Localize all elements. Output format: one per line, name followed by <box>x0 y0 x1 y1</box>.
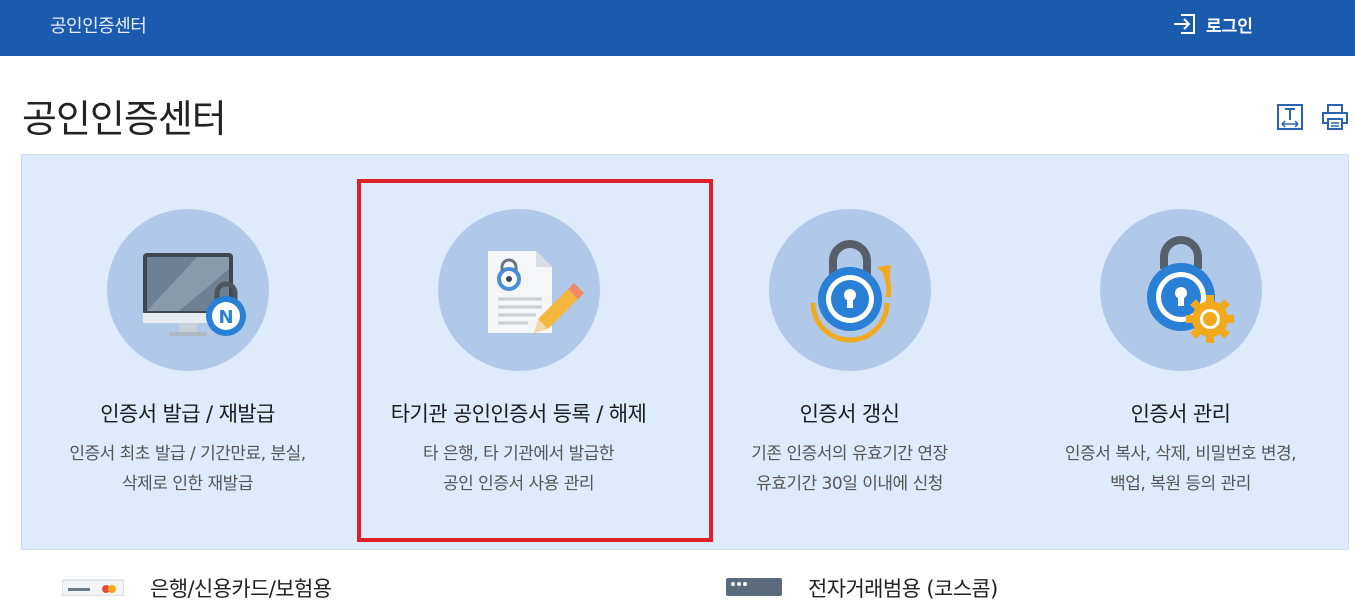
card-icon-circle <box>1100 209 1262 371</box>
card-desc-line: 타 은행, 타 기관에서 발급한 <box>422 444 615 464</box>
card-desc-line: 기존 인증서의 유효기간 연장 <box>751 444 948 464</box>
card-description: 인증서 복사, 삭제, 비밀번호 변경, 백업, 복원 등의 관리 <box>1015 439 1346 499</box>
card-desc-line: 삭제로 인한 재발급 <box>122 474 253 494</box>
lock-gear-icon <box>1147 236 1234 343</box>
card-description: 타 은행, 타 기관에서 발급한 공인 인증서 사용 관리 <box>353 439 684 499</box>
document-pen-icon <box>488 251 584 333</box>
card-other-institution-register[interactable]: 타기관 공인인증서 등록 / 해제 타 은행, 타 기관에서 발급한 공인 인증… <box>353 155 684 551</box>
bottom-item-label: 은행/신용카드/보험용 <box>150 577 332 601</box>
card-icon-circle <box>769 209 931 371</box>
card-renewal[interactable]: 인증서 갱신 기존 인증서의 유효기간 연장 유효기간 30일 이내에 신청 <box>684 155 1015 551</box>
card-desc-line: 유효기간 30일 이내에 신청 <box>756 474 943 494</box>
monitor-lock-icon: N <box>143 253 246 336</box>
login-button[interactable]: 로그인 <box>1172 10 1253 38</box>
card-management[interactable]: 인증서 관리 인증서 복사, 삭제, 비밀번호 변경, 백업, 복원 등의 관리 <box>1015 155 1346 551</box>
card-title: 인증서 발급 / 재발급 <box>100 402 275 426</box>
lock-refresh-icon <box>810 240 892 343</box>
browser-icon <box>726 576 782 600</box>
site-title[interactable]: 공인인증센터 <box>50 12 147 38</box>
bottom-item-label: 전자거래범용 (코스콤) <box>808 577 998 601</box>
login-label: 로그인 <box>1206 16 1253 37</box>
certificate-menu-panel: N 인증서 발급 / 재발급 인증서 최초 발급 / 기간만료, 분실, 삭제로… <box>21 154 1349 550</box>
top-header-bar: 공인인증센터 로그인 <box>0 0 1355 56</box>
bottom-item-e-commerce[interactable]: 전자거래범용 (코스콤) <box>726 576 998 602</box>
card-desc-line: 인증서 최초 발급 / 기간만료, 분실, <box>69 444 306 464</box>
card-icon <box>61 576 125 600</box>
card-desc-line: 인증서 복사, 삭제, 비밀번호 변경, <box>1064 444 1297 464</box>
card-title: 인증서 관리 <box>1130 402 1231 426</box>
card-title: 타기관 공인인증서 등록 / 해제 <box>390 402 647 426</box>
svg-text:N: N <box>218 307 233 328</box>
card-desc-line: 공인 인증서 사용 관리 <box>443 474 594 494</box>
card-description: 인증서 최초 발급 / 기간만료, 분실, 삭제로 인한 재발급 <box>22 439 353 499</box>
card-issue-reissue[interactable]: N 인증서 발급 / 재발급 인증서 최초 발급 / 기간만료, 분실, 삭제로… <box>22 155 353 551</box>
page-title: 공인인증센터 <box>22 97 227 141</box>
bottom-item-bank-card[interactable]: 은행/신용카드/보험용 <box>61 576 332 602</box>
print-icon[interactable] <box>1322 104 1348 130</box>
text-size-icon[interactable] <box>1277 104 1303 130</box>
login-icon <box>1172 11 1198 37</box>
card-icon-circle <box>438 209 600 371</box>
card-title: 인증서 갱신 <box>799 402 900 426</box>
card-description: 기존 인증서의 유효기간 연장 유효기간 30일 이내에 신청 <box>684 439 1015 499</box>
card-icon-circle: N <box>107 209 269 371</box>
card-desc-line: 백업, 복원 등의 관리 <box>1110 474 1251 494</box>
